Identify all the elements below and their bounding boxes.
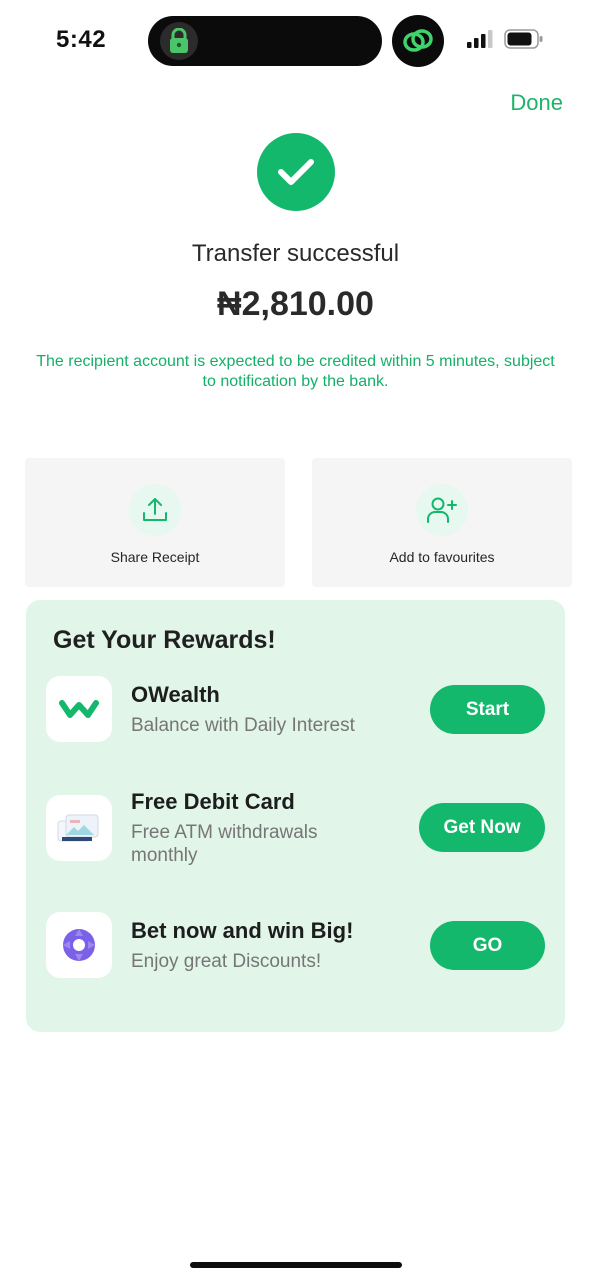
signal-icon (467, 30, 493, 48)
success-check-icon (257, 133, 335, 211)
add-user-icon (416, 484, 468, 536)
reward-subtitle-line-2: monthly (131, 845, 198, 866)
transfer-status-title: Transfer successful (191, 240, 400, 267)
get-now-button[interactable]: Get Now (419, 803, 545, 852)
status-time: 5:42 (56, 26, 107, 53)
rewards-panel: Get Your Rewards! OWealth Balance with D… (26, 600, 565, 1032)
dynamic-island (148, 16, 382, 66)
reward-subtitle: Enjoy great Discounts! (131, 951, 322, 972)
reward-title: Free Debit Card (131, 789, 295, 814)
add-to-favourites-label: Add to favourites (389, 549, 495, 565)
battery-icon (504, 29, 543, 49)
reward-item-debit-card: Free Debit Card Free ATM withdrawals mon… (26, 789, 565, 866)
share-receipt-button[interactable]: Share Receipt (25, 458, 285, 587)
reward-subtitle-line-1: Free ATM withdrawals (131, 822, 318, 843)
rewards-title: Get Your Rewards! (53, 626, 276, 654)
link-activity-icon (392, 15, 444, 67)
reward-title: OWealth (131, 682, 220, 707)
add-to-favourites-button[interactable]: Add to favourites (312, 458, 572, 587)
share-receipt-label: Share Receipt (110, 549, 200, 565)
transfer-amount: ₦2,810.00 (217, 285, 374, 323)
reward-title: Bet now and win Big! (131, 918, 354, 943)
credit-notice: The recipient account is expected to be … (36, 353, 555, 390)
reward-item-owealth: OWealth Balance with Daily Interest Star… (26, 676, 565, 746)
start-button[interactable]: Start (430, 685, 545, 734)
done-button[interactable]: Done (510, 90, 563, 116)
reward-subtitle: Balance with Daily Interest (131, 715, 355, 736)
go-button[interactable]: GO (430, 921, 545, 970)
vpn-lock-icon (160, 22, 198, 60)
reward-item-bet: Bet now and win Big! Enjoy great Discoun… (26, 912, 565, 982)
share-icon (129, 484, 181, 536)
status-bar: 5:42 (0, 0, 591, 80)
bet-icon (46, 912, 112, 978)
debit-card-icon (46, 795, 112, 861)
owealth-logo-icon (46, 676, 112, 742)
home-indicator[interactable] (190, 1262, 402, 1268)
